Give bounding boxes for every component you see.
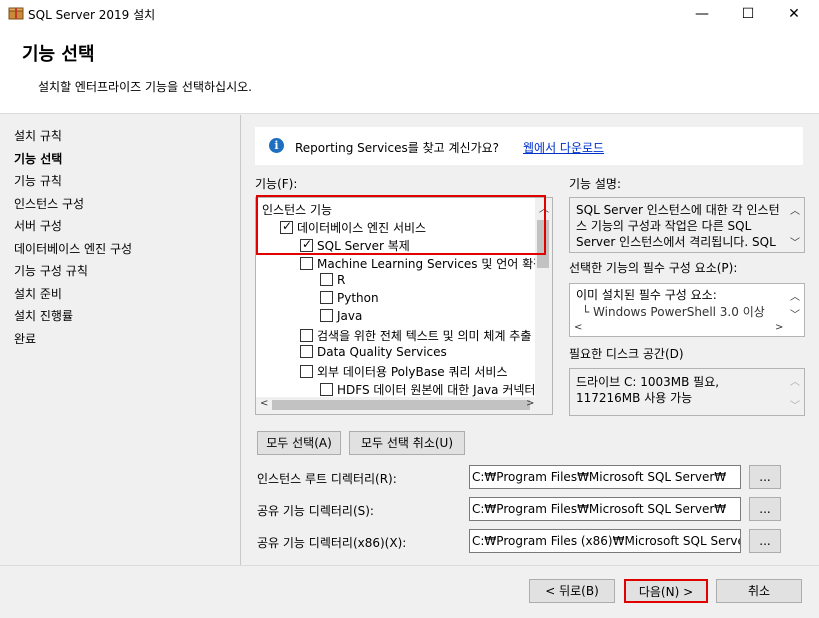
cancel-button[interactable]: 취소 bbox=[716, 579, 802, 603]
tree-item-label: HDFS 데이터 원본에 대한 Java 커넥터 bbox=[337, 383, 536, 397]
page-header: 기능 선택 설치할 엔터프라이즈 기능을 선택하십시오. bbox=[0, 28, 819, 114]
step-navigation: 설치 규칙 기능 선택 기능 규칙 인스턴스 구성 서버 구성 데이터베이스 엔… bbox=[0, 115, 240, 565]
checkbox-icon[interactable] bbox=[300, 329, 313, 342]
tree-item-label: Python bbox=[337, 291, 379, 305]
minimize-button[interactable]: — bbox=[679, 0, 725, 28]
tree-item-label: 검색을 위한 전체 텍스트 및 의미 체계 추출 bbox=[317, 329, 532, 343]
shared-dir-label: 공유 기능 디렉터리(S): bbox=[257, 504, 374, 518]
prereq-item-label: Windows PowerShell 3.0 이상 bbox=[593, 305, 765, 319]
info-icon: i bbox=[269, 138, 284, 153]
checkbox-icon[interactable] bbox=[320, 291, 333, 304]
info-bar: i Reporting Services를 찾고 계신가요? 웹에서 다운로드 bbox=[255, 127, 803, 165]
nav-item-feature-config-rules[interactable]: 기능 구성 규칙 bbox=[14, 262, 88, 279]
footer-bar: < 뒤로(B) 다음(N) > 취소 bbox=[0, 565, 819, 618]
disk-space-label: 필요한 디스크 공간(D) bbox=[569, 347, 684, 361]
prereq-label: 선택한 기능의 필수 구성 요소(P): bbox=[569, 261, 738, 275]
download-web-link[interactable]: 웹에서 다운로드 bbox=[523, 139, 604, 156]
page-title: 기능 선택 bbox=[22, 44, 95, 65]
browse-instance-root-button[interactable]: ... bbox=[749, 465, 781, 489]
scroll-left-icon[interactable]: < bbox=[260, 398, 268, 409]
disk-space-box: 드라이브 C: 1003MB 필요, 117216MB 사용 가능 ︿ ﹀ bbox=[569, 368, 805, 416]
tree-item-polybase[interactable]: 외부 데이터용 PolyBase 쿼리 서비스 bbox=[300, 363, 508, 380]
scroll-up-icon: ︿ bbox=[790, 377, 800, 388]
tree-item-python[interactable]: Python bbox=[320, 291, 379, 305]
title-bar: SQL Server 2019 설치 — ☐ ✕ bbox=[0, 0, 819, 28]
tree-item-java[interactable]: Java bbox=[320, 309, 362, 323]
shared-dir-x86-label: 공유 기능 디렉터리(x86)(X): bbox=[257, 536, 407, 550]
highlight-box bbox=[256, 195, 546, 255]
browse-shared-dir-button[interactable]: ... bbox=[749, 497, 781, 521]
instance-root-label: 인스턴스 루트 디렉터리(R): bbox=[257, 472, 397, 486]
maximize-button[interactable]: ☐ bbox=[725, 0, 771, 28]
shared-dir-field[interactable]: C:₩Program Files₩Microsoft SQL Server₩ bbox=[469, 497, 741, 521]
info-text: Reporting Services를 찾고 계신가요? bbox=[295, 141, 500, 155]
scroll-down-icon[interactable]: ﹀ bbox=[790, 306, 800, 321]
tree-item-ml-services[interactable]: Machine Learning Services 및 언어 확장 bbox=[300, 255, 544, 272]
window-title: SQL Server 2019 설치 bbox=[28, 8, 156, 22]
nav-item-instance-config[interactable]: 인스턴스 구성 bbox=[14, 195, 84, 212]
next-button[interactable]: 다음(N) > bbox=[624, 579, 708, 603]
scroll-right-icon[interactable]: > bbox=[526, 398, 534, 409]
tree-item-label: R bbox=[337, 273, 346, 287]
back-button[interactable]: < 뒤로(B) bbox=[529, 579, 615, 603]
scroll-up-icon[interactable]: ︿ bbox=[790, 202, 800, 217]
setup-box-icon bbox=[8, 7, 24, 20]
nav-item-db-engine-config[interactable]: 데이터베이스 엔진 구성 bbox=[14, 240, 132, 257]
nav-item-setup-rules[interactable]: 설치 규칙 bbox=[14, 127, 62, 144]
scroll-left-icon[interactable]: < bbox=[574, 322, 582, 333]
main-content: i Reporting Services를 찾고 계신가요? 웹에서 다운로드 … bbox=[241, 115, 819, 565]
nav-item-ready-to-install[interactable]: 설치 준비 bbox=[14, 285, 62, 302]
tree-item-label: Machine Learning Services 및 언어 확장 bbox=[317, 257, 545, 271]
feature-description-box: SQL Server 인스턴스에 대한 각 인스턴스 기능의 구성과 작업은 다… bbox=[569, 197, 805, 253]
tree-horizontal-scrollbar[interactable]: < > bbox=[256, 397, 552, 414]
close-button[interactable]: ✕ bbox=[771, 0, 817, 28]
checkbox-icon[interactable] bbox=[300, 345, 313, 358]
instance-root-field[interactable]: C:₩Program Files₩Microsoft SQL Server₩ bbox=[469, 465, 741, 489]
tree-item-label: Data Quality Services bbox=[317, 345, 447, 359]
nav-item-server-config[interactable]: 서버 구성 bbox=[14, 217, 62, 234]
checkbox-icon[interactable] bbox=[320, 309, 333, 322]
disk-space-text: 드라이브 C: 1003MB 필요, 117216MB 사용 가능 bbox=[576, 375, 720, 405]
tree-item-r[interactable]: R bbox=[320, 273, 345, 287]
checkbox-icon[interactable] bbox=[320, 383, 333, 396]
checkbox-icon[interactable] bbox=[320, 273, 333, 286]
nav-item-feature-rules[interactable]: 기능 규칙 bbox=[14, 172, 62, 189]
prereq-box: 이미 설치된 필수 구성 요소: └ Windows PowerShell 3.… bbox=[569, 283, 805, 337]
nav-item-feature-selection[interactable]: 기능 선택 bbox=[14, 150, 62, 167]
browse-shared-dir-x86-button[interactable]: ... bbox=[749, 529, 781, 553]
nav-item-complete[interactable]: 완료 bbox=[14, 330, 36, 347]
scroll-down-icon: ﹀ bbox=[790, 401, 800, 412]
select-all-button[interactable]: 모두 선택(A) bbox=[257, 431, 341, 455]
tree-item-label: 외부 데이터용 PolyBase 쿼리 서비스 bbox=[317, 365, 508, 379]
tree-item-label: Java bbox=[337, 309, 363, 323]
unselect-all-button[interactable]: 모두 선택 취소(U) bbox=[349, 431, 465, 455]
checkbox-icon[interactable] bbox=[300, 257, 313, 270]
shared-dir-x86-field[interactable]: C:₩Program Files (x86)₩Microsoft SQL Ser… bbox=[469, 529, 741, 553]
prereq-item: └ Windows PowerShell 3.0 이상 bbox=[582, 305, 765, 319]
tree-item-data-quality[interactable]: Data Quality Services bbox=[300, 345, 447, 359]
scroll-right-icon[interactable]: > bbox=[775, 322, 783, 333]
tree-item-fulltext[interactable]: 검색을 위한 전체 텍스트 및 의미 체계 추출 bbox=[300, 327, 531, 344]
nav-item-install-progress[interactable]: 설치 진행률 bbox=[14, 307, 73, 324]
scroll-thumb[interactable] bbox=[272, 400, 530, 410]
page-subtitle: 설치할 엔터프라이즈 기능을 선택하십시오. bbox=[38, 80, 252, 94]
checkbox-icon[interactable] bbox=[300, 365, 313, 378]
description-label: 기능 설명: bbox=[569, 177, 622, 191]
scroll-up-icon[interactable]: ︿ bbox=[790, 288, 800, 303]
features-label: 기능(F): bbox=[255, 177, 298, 191]
tree-item-hdfs-java[interactable]: HDFS 데이터 원본에 대한 Java 커넥터 bbox=[320, 381, 535, 398]
prereq-installed-label: 이미 설치된 필수 구성 요소: bbox=[576, 288, 717, 302]
scroll-down-icon[interactable]: ﹀ bbox=[790, 234, 800, 249]
feature-description-text: SQL Server 인스턴스에 대한 각 인스턴스 기능의 구성과 작업은 다… bbox=[576, 203, 780, 249]
